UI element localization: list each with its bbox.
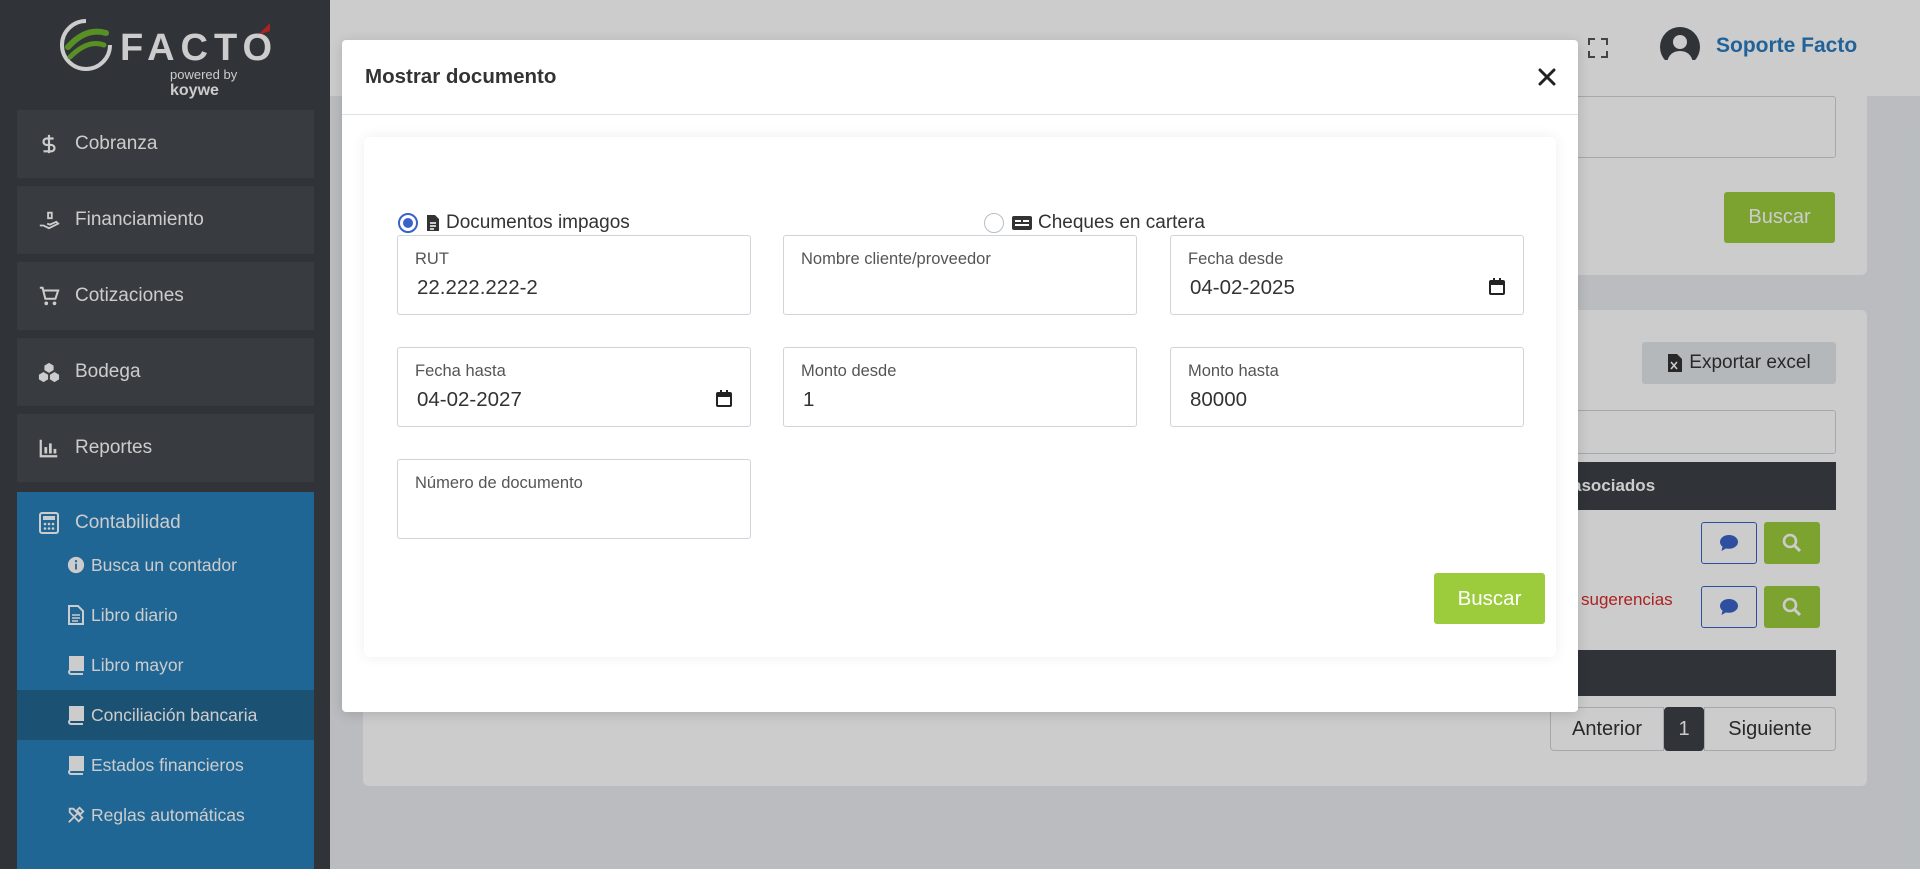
nombre-cliente-field[interactable]: Nombre cliente/proveedor	[783, 235, 1137, 315]
rut-field[interactable]: RUT 22.222.222-2	[397, 235, 751, 315]
monto-desde-field[interactable]: Monto desde 1	[783, 347, 1137, 427]
fecha-hasta-label: Fecha hasta	[415, 362, 506, 380]
close-icon	[1538, 68, 1556, 86]
modal-search-button[interactable]: Buscar	[1434, 573, 1545, 624]
modal-header: Mostrar documento	[342, 40, 1578, 115]
rut-value: 22.222.222-2	[417, 276, 538, 299]
radio-cheques-en-cartera[interactable]: Cheques en cartera	[984, 212, 1205, 234]
numero-documento-field[interactable]: Número de documento	[397, 459, 751, 539]
modal-search-label: Buscar	[1457, 586, 1522, 610]
fecha-hasta-field[interactable]: Fecha hasta 04-02-2027	[397, 347, 751, 427]
monto-hasta-field[interactable]: Monto hasta 80000	[1170, 347, 1524, 427]
monto-hasta-value: 80000	[1190, 388, 1248, 411]
radio-documentos-impagos[interactable]: Documentos impagos	[398, 212, 630, 234]
fecha-desde-field[interactable]: Fecha desde 04-02-2025	[1170, 235, 1524, 315]
radio-button-unchecked[interactable]	[984, 213, 1004, 233]
search-form-card: Documentos impagos Cheques en cartera RU…	[364, 137, 1556, 657]
radio-label: Cheques en cartera	[1038, 212, 1205, 233]
id-card-icon	[1012, 215, 1032, 231]
radio-button-checked[interactable]	[398, 213, 418, 233]
modal-close-button[interactable]	[1532, 62, 1562, 92]
monto-hasta-label: Monto hasta	[1188, 362, 1279, 380]
fecha-desde-value: 04-02-2025	[1190, 276, 1295, 299]
calendar-icon[interactable]	[716, 390, 732, 412]
nombre-cliente-label: Nombre cliente/proveedor	[801, 250, 991, 268]
radio-label: Documentos impagos	[446, 212, 630, 233]
fecha-hasta-value: 04-02-2027	[417, 388, 522, 411]
fecha-desde-label: Fecha desde	[1188, 250, 1284, 268]
monto-desde-label: Monto desde	[801, 362, 897, 380]
modal-title: Mostrar documento	[365, 65, 557, 88]
calendar-icon[interactable]	[1489, 278, 1505, 300]
rut-label: RUT	[415, 250, 449, 268]
file-icon	[426, 214, 440, 232]
numero-documento-label: Número de documento	[415, 474, 583, 492]
monto-desde-value: 1	[803, 388, 815, 411]
mostrar-documento-modal: Mostrar documento Documentos impagos Che…	[342, 40, 1578, 712]
